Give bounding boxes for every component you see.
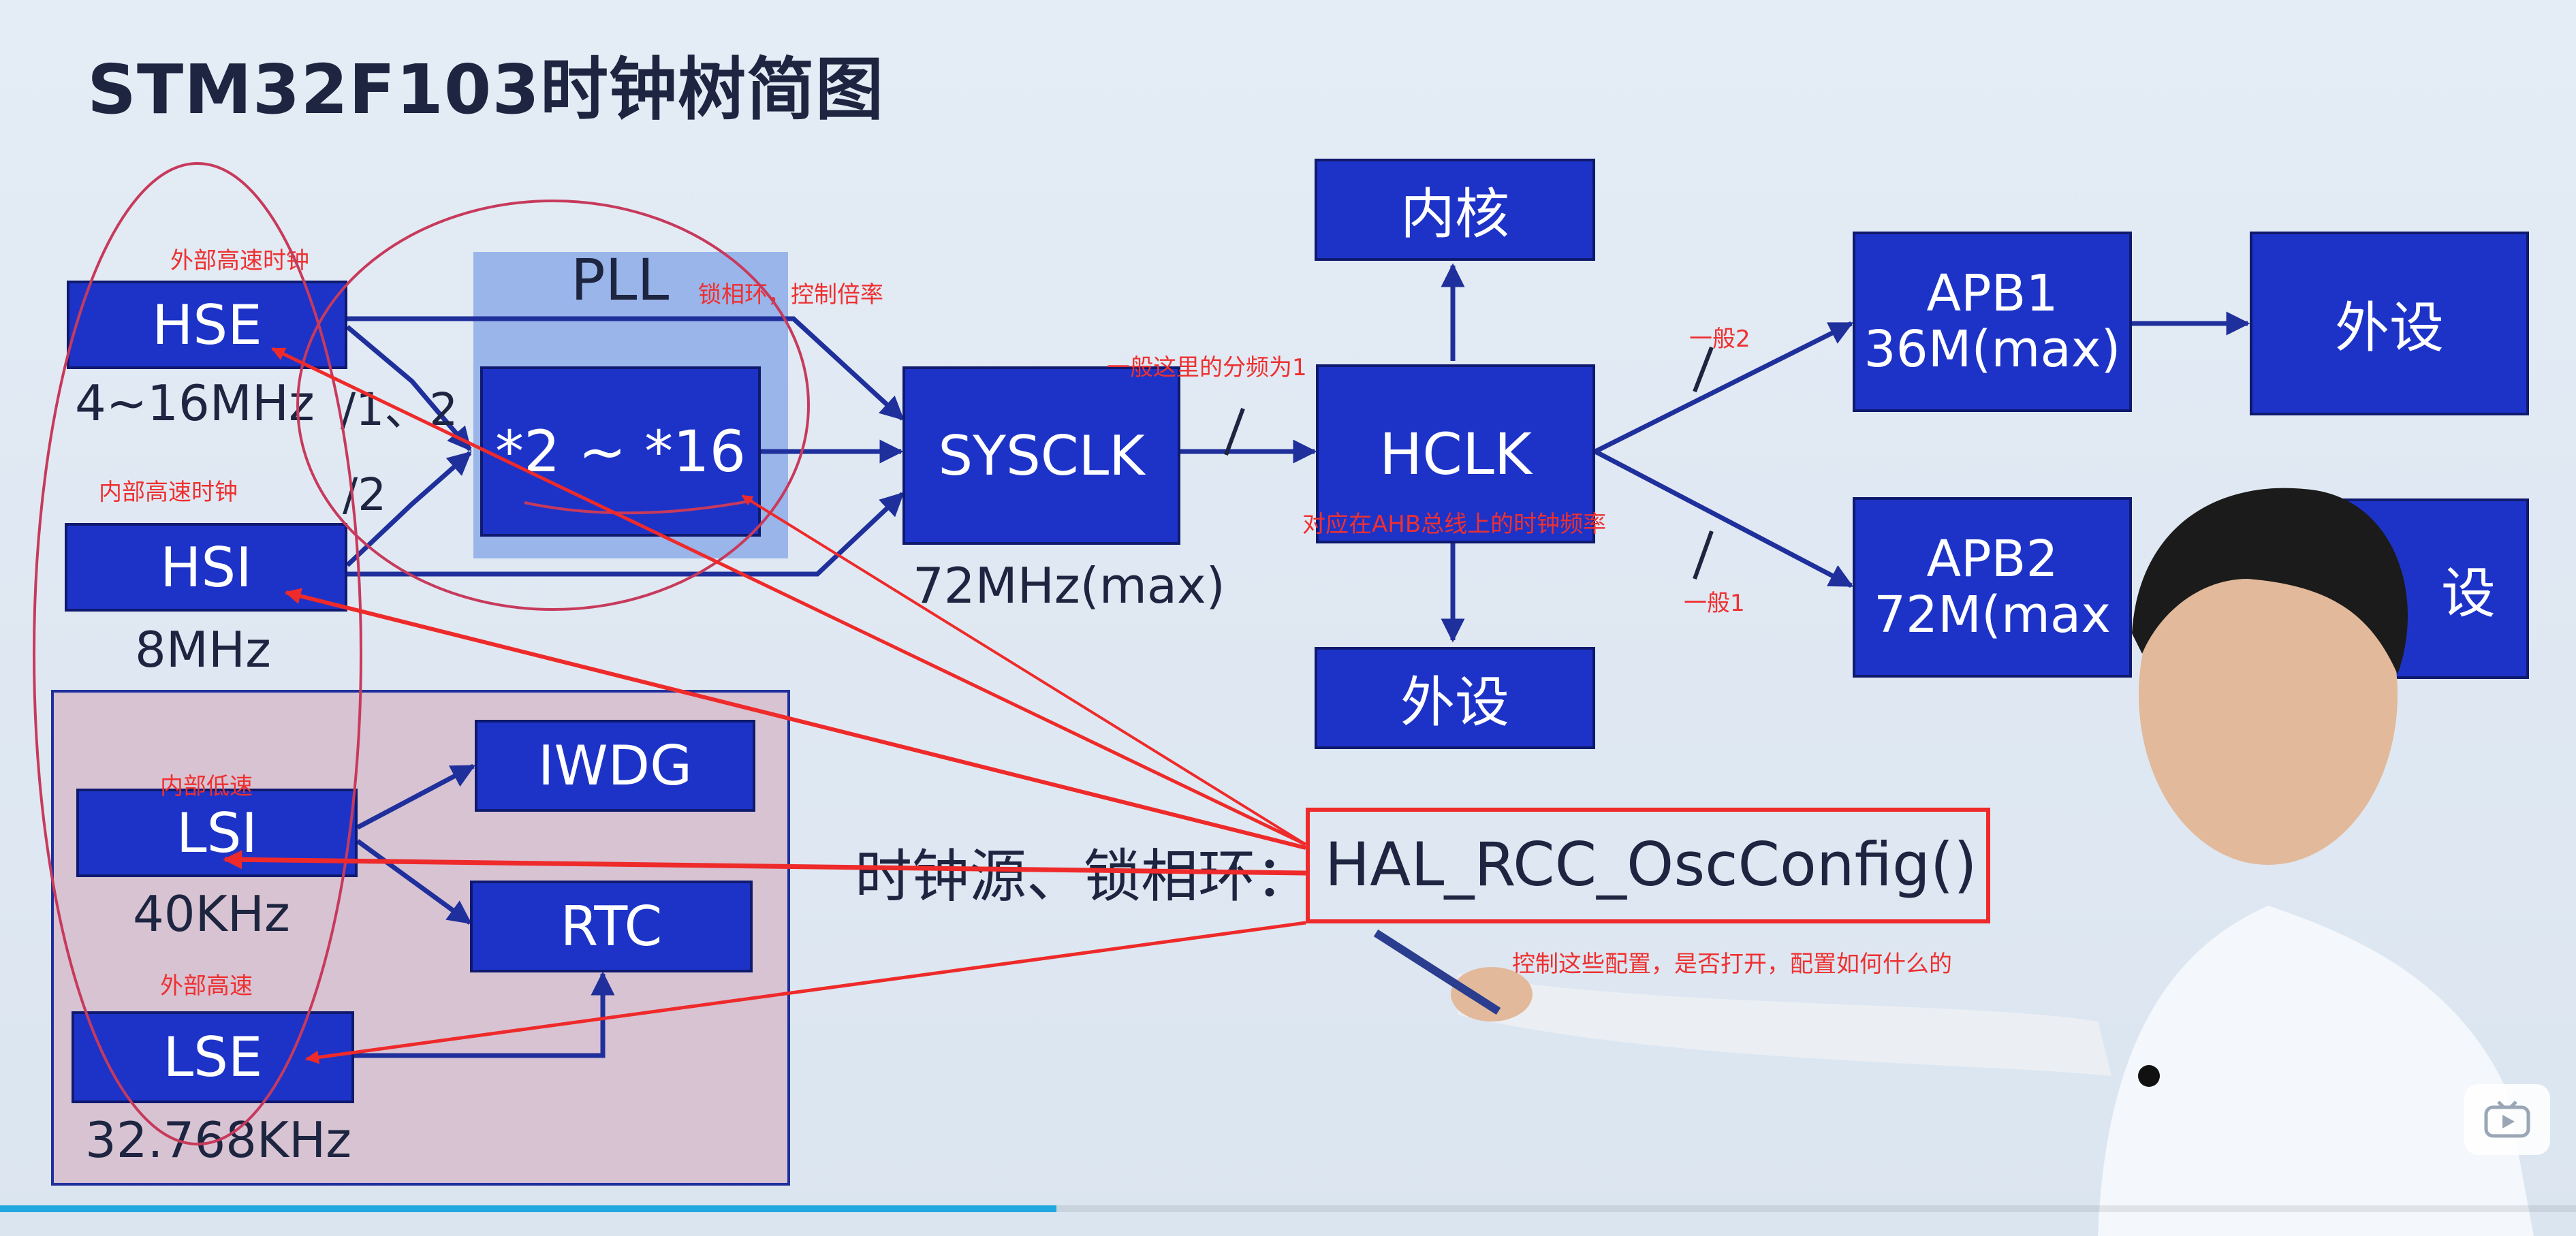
video-progress-bar[interactable] <box>0 1205 1056 1212</box>
presenter-hand <box>1451 967 1533 1021</box>
tv-logo-icon[interactable] <box>2464 1084 2550 1155</box>
presenter <box>1373 488 2534 1236</box>
play-icon <box>2484 1100 2530 1138</box>
lapel-microphone <box>2138 1065 2160 1087</box>
slide: STM32F103时钟树简图 HSE HSI *2 ~ *16 SYSCLK H… <box>0 0 2576 1236</box>
